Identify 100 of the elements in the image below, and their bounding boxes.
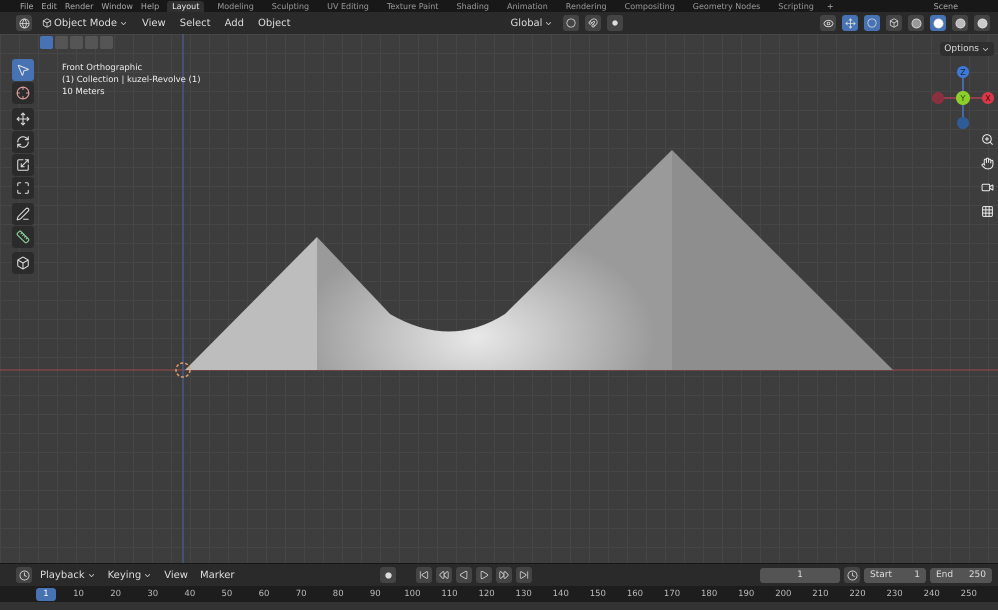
next-keyframe-button[interactable] bbox=[496, 567, 512, 583]
shading-button[interactable] bbox=[974, 15, 990, 31]
xray-button[interactable] bbox=[886, 15, 902, 31]
rewind-icon bbox=[439, 570, 449, 580]
tool-button[interactable] bbox=[12, 177, 34, 199]
3d-cursor-icon bbox=[175, 362, 191, 378]
previous-keyframe-button[interactable] bbox=[436, 567, 452, 583]
menu-item[interactable]: Render bbox=[64, 1, 94, 12]
start-frame-field[interactable]: Start 1 bbox=[864, 568, 926, 582]
jump-start-button[interactable] bbox=[416, 567, 432, 583]
proportional-button[interactable] bbox=[607, 15, 624, 31]
workspace-tab[interactable]: Scripting bbox=[773, 1, 819, 12]
pivot-button[interactable] bbox=[563, 15, 580, 31]
hand-icon bbox=[980, 156, 994, 170]
workspace-tab[interactable]: Rendering bbox=[560, 1, 612, 12]
workspace-tab[interactable]: UV Editing bbox=[322, 1, 374, 12]
header-menu-item[interactable]: Object bbox=[254, 16, 295, 30]
frame-number: 220 bbox=[848, 589, 867, 599]
transform-icon bbox=[16, 181, 30, 195]
workspace-tab[interactable]: Modeling bbox=[212, 1, 259, 12]
jump-end-button[interactable] bbox=[516, 567, 532, 583]
record-button[interactable] bbox=[380, 567, 396, 583]
circle-icon bbox=[867, 18, 877, 28]
cube-icon bbox=[16, 256, 30, 270]
current-frame-field[interactable]: 1 bbox=[760, 568, 840, 582]
mode-dropdown[interactable]: Object Mode bbox=[38, 16, 132, 30]
orientation-dropdown[interactable]: Global bbox=[506, 16, 558, 30]
play-reverse-button[interactable] bbox=[456, 567, 472, 583]
sphere-icon bbox=[932, 18, 944, 28]
editor-type-button[interactable] bbox=[16, 15, 32, 31]
frame-number: 250 bbox=[960, 589, 978, 599]
overlay-toggle-button[interactable] bbox=[864, 15, 880, 31]
negative-x-axis-handle[interactable] bbox=[932, 92, 944, 104]
gizmo-toggle-button[interactable] bbox=[842, 15, 858, 31]
frame-number: 190 bbox=[737, 589, 756, 599]
frame-number: 210 bbox=[811, 589, 830, 599]
workspace-tab[interactable]: Shading bbox=[451, 1, 494, 12]
clock-icon bbox=[846, 570, 858, 580]
tool-button[interactable] bbox=[12, 59, 34, 81]
scene-name[interactable]: Scene bbox=[934, 1, 958, 12]
editor-type-button[interactable] bbox=[16, 567, 32, 583]
workspace-tab[interactable]: Geometry Nodes bbox=[688, 1, 766, 12]
header-menu-item[interactable]: Add bbox=[220, 16, 248, 30]
end-frame-field[interactable]: End 250 bbox=[930, 568, 992, 582]
header-menu-item[interactable]: View bbox=[138, 16, 170, 30]
x-axis-handle[interactable]: X bbox=[982, 92, 994, 104]
frame-number: 150 bbox=[588, 589, 607, 599]
frame-number: 120 bbox=[477, 589, 496, 599]
frame-number: 240 bbox=[922, 589, 941, 599]
stopwatch-button[interactable] bbox=[844, 567, 860, 583]
menu-item[interactable]: Help bbox=[140, 1, 160, 12]
workspace-tab[interactable]: Layout bbox=[167, 1, 204, 12]
negative-y-axis-handle[interactable] bbox=[957, 117, 969, 129]
visibility-button[interactable] bbox=[820, 15, 836, 31]
tool-button[interactable] bbox=[12, 108, 34, 130]
tool-button[interactable] bbox=[12, 203, 34, 225]
snap-button[interactable] bbox=[585, 15, 602, 31]
tool-button[interactable] bbox=[12, 252, 34, 274]
timeline-menu-item[interactable]: Keying bbox=[104, 568, 156, 582]
tool-button[interactable] bbox=[12, 82, 34, 104]
pen-icon bbox=[16, 207, 30, 221]
timeline-scrollbar[interactable] bbox=[0, 602, 998, 610]
menu-item[interactable]: File bbox=[20, 1, 34, 12]
tool-button[interactable] bbox=[12, 131, 34, 153]
shading-button[interactable] bbox=[908, 15, 924, 31]
workspace-tab[interactable]: Compositing bbox=[620, 1, 680, 12]
viewport-info-text: 10 Meters bbox=[62, 87, 106, 97]
tool-button[interactable] bbox=[12, 154, 34, 176]
frame-number: 200 bbox=[774, 589, 792, 599]
y-axis-handle[interactable]: Y bbox=[956, 91, 970, 105]
magnet-icon bbox=[588, 18, 598, 28]
add-workspace-button[interactable]: + bbox=[826, 1, 834, 12]
circle-icon bbox=[566, 18, 576, 28]
timeline-menu-item[interactable]: Playback bbox=[36, 568, 100, 582]
frame-number: 50 bbox=[220, 589, 234, 599]
frame-number: 40 bbox=[183, 589, 196, 599]
shading-button[interactable] bbox=[952, 15, 968, 31]
eye-icon bbox=[822, 18, 834, 28]
workspace-tab[interactable]: Sculpting bbox=[266, 1, 314, 12]
sphere-icon bbox=[976, 18, 988, 28]
z-axis-handle[interactable]: Z bbox=[957, 66, 969, 78]
menu-item[interactable]: Window bbox=[101, 1, 133, 12]
cursor-arrow-icon bbox=[16, 63, 30, 77]
frame-number: 20 bbox=[109, 589, 122, 599]
tool-button[interactable] bbox=[12, 226, 34, 248]
play-button[interactable] bbox=[476, 567, 492, 583]
current-frame-marker[interactable]: 1 bbox=[36, 588, 56, 600]
options-dropdown[interactable]: Options bbox=[940, 42, 994, 56]
frame-number: 90 bbox=[368, 589, 382, 599]
crosshair-icon bbox=[16, 86, 30, 100]
frame-number: 160 bbox=[626, 589, 644, 599]
shading-button[interactable] bbox=[930, 15, 946, 31]
workspace-tab[interactable]: Texture Paint bbox=[382, 1, 444, 12]
header-menu-item[interactable]: Select bbox=[176, 16, 215, 30]
timeline-menu-item[interactable]: View bbox=[160, 568, 192, 582]
play-reverse-icon bbox=[459, 570, 469, 580]
timeline-menu-item[interactable]: Marker bbox=[196, 568, 239, 582]
menu-item[interactable]: Edit bbox=[41, 1, 57, 12]
dot-icon bbox=[612, 20, 618, 26]
workspace-tab[interactable]: Animation bbox=[502, 1, 553, 12]
